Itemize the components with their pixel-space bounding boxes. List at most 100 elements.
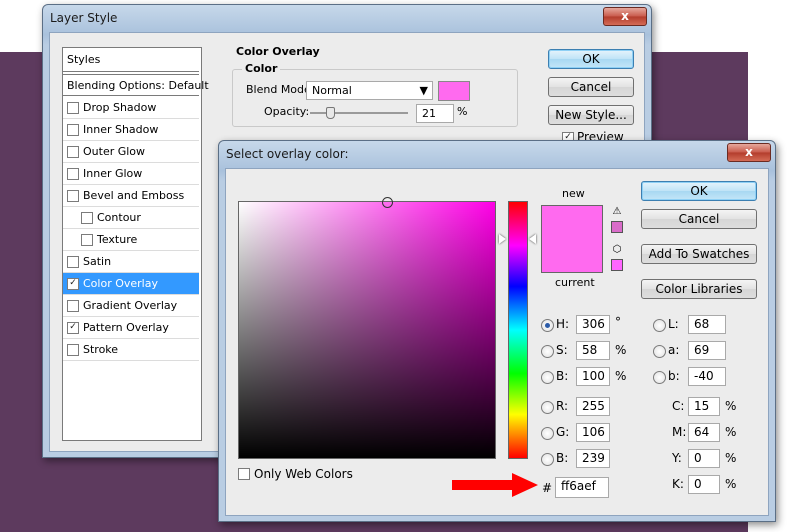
styles-list: Styles Blending Options: Default Drop Sh… xyxy=(62,47,209,441)
blend-mode-select[interactable]: Normal ▼ xyxy=(306,81,433,100)
hue-radio[interactable] xyxy=(541,319,554,332)
effect-item[interactable]: Drop Shadow xyxy=(63,97,199,119)
hue-slider[interactable] xyxy=(508,201,528,459)
saturation-input[interactable]: 58 xyxy=(576,341,610,360)
opacity-slider-thumb[interactable] xyxy=(326,107,335,119)
effect-item[interactable]: Inner Shadow xyxy=(63,119,199,141)
effect-item[interactable]: Stroke xyxy=(63,339,199,361)
effect-checkbox[interactable] xyxy=(81,212,93,224)
effect-checkbox[interactable]: ✓ xyxy=(67,278,79,290)
layer-style-ok-button[interactable]: OK xyxy=(548,49,634,69)
effect-label: Bevel and Emboss xyxy=(83,189,185,202)
yellow-label: Y: xyxy=(672,451,682,465)
effect-item[interactable]: Outer Glow xyxy=(63,141,199,163)
effect-item[interactable]: ✓ Color Overlay xyxy=(63,273,199,295)
blending-options-item[interactable]: Blending Options: Default xyxy=(63,74,209,96)
hex-input[interactable]: ff6aef xyxy=(555,477,609,498)
color-picker-window: Select overlay color: x new current ⚠ ⬡ … xyxy=(218,140,776,522)
effect-checkbox[interactable] xyxy=(67,344,79,356)
only-web-colors-checkbox[interactable] xyxy=(238,468,250,480)
color-picker-close-button[interactable]: x xyxy=(727,143,771,162)
black-input[interactable]: 0 xyxy=(688,475,720,494)
opacity-input[interactable]: 21 xyxy=(416,104,454,123)
green-label: G: xyxy=(556,425,570,439)
saturation-label: S: xyxy=(556,343,568,357)
opacity-slider-track[interactable] xyxy=(310,112,408,114)
lab-l-input[interactable]: 68 xyxy=(688,315,726,334)
effect-checkbox[interactable] xyxy=(67,124,79,136)
only-web-colors-label: Only Web Colors xyxy=(254,467,353,481)
effect-checkbox[interactable]: ✓ xyxy=(67,322,79,334)
lab-b-label: b: xyxy=(668,369,680,383)
effect-checkbox[interactable] xyxy=(67,102,79,114)
lab-a-radio[interactable] xyxy=(653,345,666,358)
effect-item[interactable]: Satin xyxy=(63,251,199,273)
effect-label: Pattern Overlay xyxy=(83,321,169,334)
effect-item[interactable]: Inner Glow xyxy=(63,163,199,185)
hue-slider-right-arrow xyxy=(529,234,536,244)
layer-style-title: Layer Style xyxy=(50,11,118,25)
effect-checkbox[interactable] xyxy=(67,168,79,180)
red-radio[interactable] xyxy=(541,401,554,414)
picker-cancel-button[interactable]: Cancel xyxy=(641,209,757,229)
black-unit: % xyxy=(725,477,737,491)
picker-ok-button[interactable]: OK xyxy=(641,181,757,201)
blue-input[interactable]: 239 xyxy=(576,449,610,468)
effect-item[interactable]: Bevel and Emboss xyxy=(63,185,199,207)
new-style-button[interactable]: New Style... xyxy=(548,105,634,125)
hue-slider-left-arrow[interactable] xyxy=(499,234,506,244)
lab-l-radio[interactable] xyxy=(653,319,666,332)
lab-a-label: a: xyxy=(668,343,680,357)
brightness-radio[interactable] xyxy=(541,371,554,384)
magenta-input[interactable]: 64 xyxy=(688,423,720,442)
effect-item[interactable]: ✓ Pattern Overlay xyxy=(63,317,199,339)
web-safe-swatch[interactable] xyxy=(611,259,623,271)
effect-label: Texture xyxy=(97,233,138,246)
cyan-label: C: xyxy=(672,399,685,413)
chevron-down-icon: ▼ xyxy=(419,84,428,97)
magenta-unit: % xyxy=(725,425,737,439)
cyan-input[interactable]: 15 xyxy=(688,397,720,416)
color-picker-body: new current ⚠ ⬡ OK Cancel Add To Swatche… xyxy=(225,168,769,516)
red-input[interactable]: 255 xyxy=(576,397,610,416)
styles-header-label: Styles xyxy=(67,53,101,66)
color-libraries-button[interactable]: Color Libraries xyxy=(641,279,757,299)
blue-label: B: xyxy=(556,451,569,465)
effect-checkbox[interactable] xyxy=(67,300,79,312)
section-title: Color Overlay xyxy=(236,45,320,58)
add-to-swatches-button[interactable]: Add To Swatches xyxy=(641,244,757,264)
brightness-label: B: xyxy=(556,369,569,383)
effect-item[interactable]: Texture xyxy=(63,229,199,251)
web-safe-cube-icon[interactable]: ⬡ xyxy=(611,244,623,256)
layer-style-cancel-button[interactable]: Cancel xyxy=(548,77,634,97)
yellow-input[interactable]: 0 xyxy=(688,449,720,468)
lab-b-input[interactable]: -40 xyxy=(688,367,726,386)
color-field-marker[interactable] xyxy=(382,197,393,208)
styles-header[interactable]: Styles xyxy=(63,48,199,72)
green-input[interactable]: 106 xyxy=(576,423,610,442)
hex-prefix: # xyxy=(542,481,553,495)
effect-checkbox[interactable] xyxy=(67,256,79,268)
layer-style-close-button[interactable]: x xyxy=(603,7,647,26)
hue-input[interactable]: 306 xyxy=(576,315,610,334)
gamut-warning-swatch[interactable] xyxy=(611,221,623,233)
lab-b-radio[interactable] xyxy=(653,371,666,384)
red-arrow-annotation xyxy=(452,473,538,497)
green-radio[interactable] xyxy=(541,427,554,440)
overlay-color-swatch[interactable] xyxy=(438,81,470,101)
lab-a-input[interactable]: 69 xyxy=(688,341,726,360)
current-color-swatch[interactable] xyxy=(541,239,603,273)
blue-radio[interactable] xyxy=(541,453,554,466)
effect-checkbox[interactable] xyxy=(67,146,79,158)
effect-item[interactable]: Gradient Overlay xyxy=(63,295,199,317)
brightness-input[interactable]: 100 xyxy=(576,367,610,386)
saturation-radio[interactable] xyxy=(541,345,554,358)
effect-label: Stroke xyxy=(83,343,119,356)
red-label: R: xyxy=(556,399,569,413)
effect-item[interactable]: Contour xyxy=(63,207,199,229)
black-label: K: xyxy=(672,477,684,491)
gamut-warning-icon[interactable]: ⚠ xyxy=(611,206,623,217)
effect-checkbox[interactable] xyxy=(67,190,79,202)
effect-checkbox[interactable] xyxy=(81,234,93,246)
saturation-brightness-field[interactable] xyxy=(238,197,496,459)
